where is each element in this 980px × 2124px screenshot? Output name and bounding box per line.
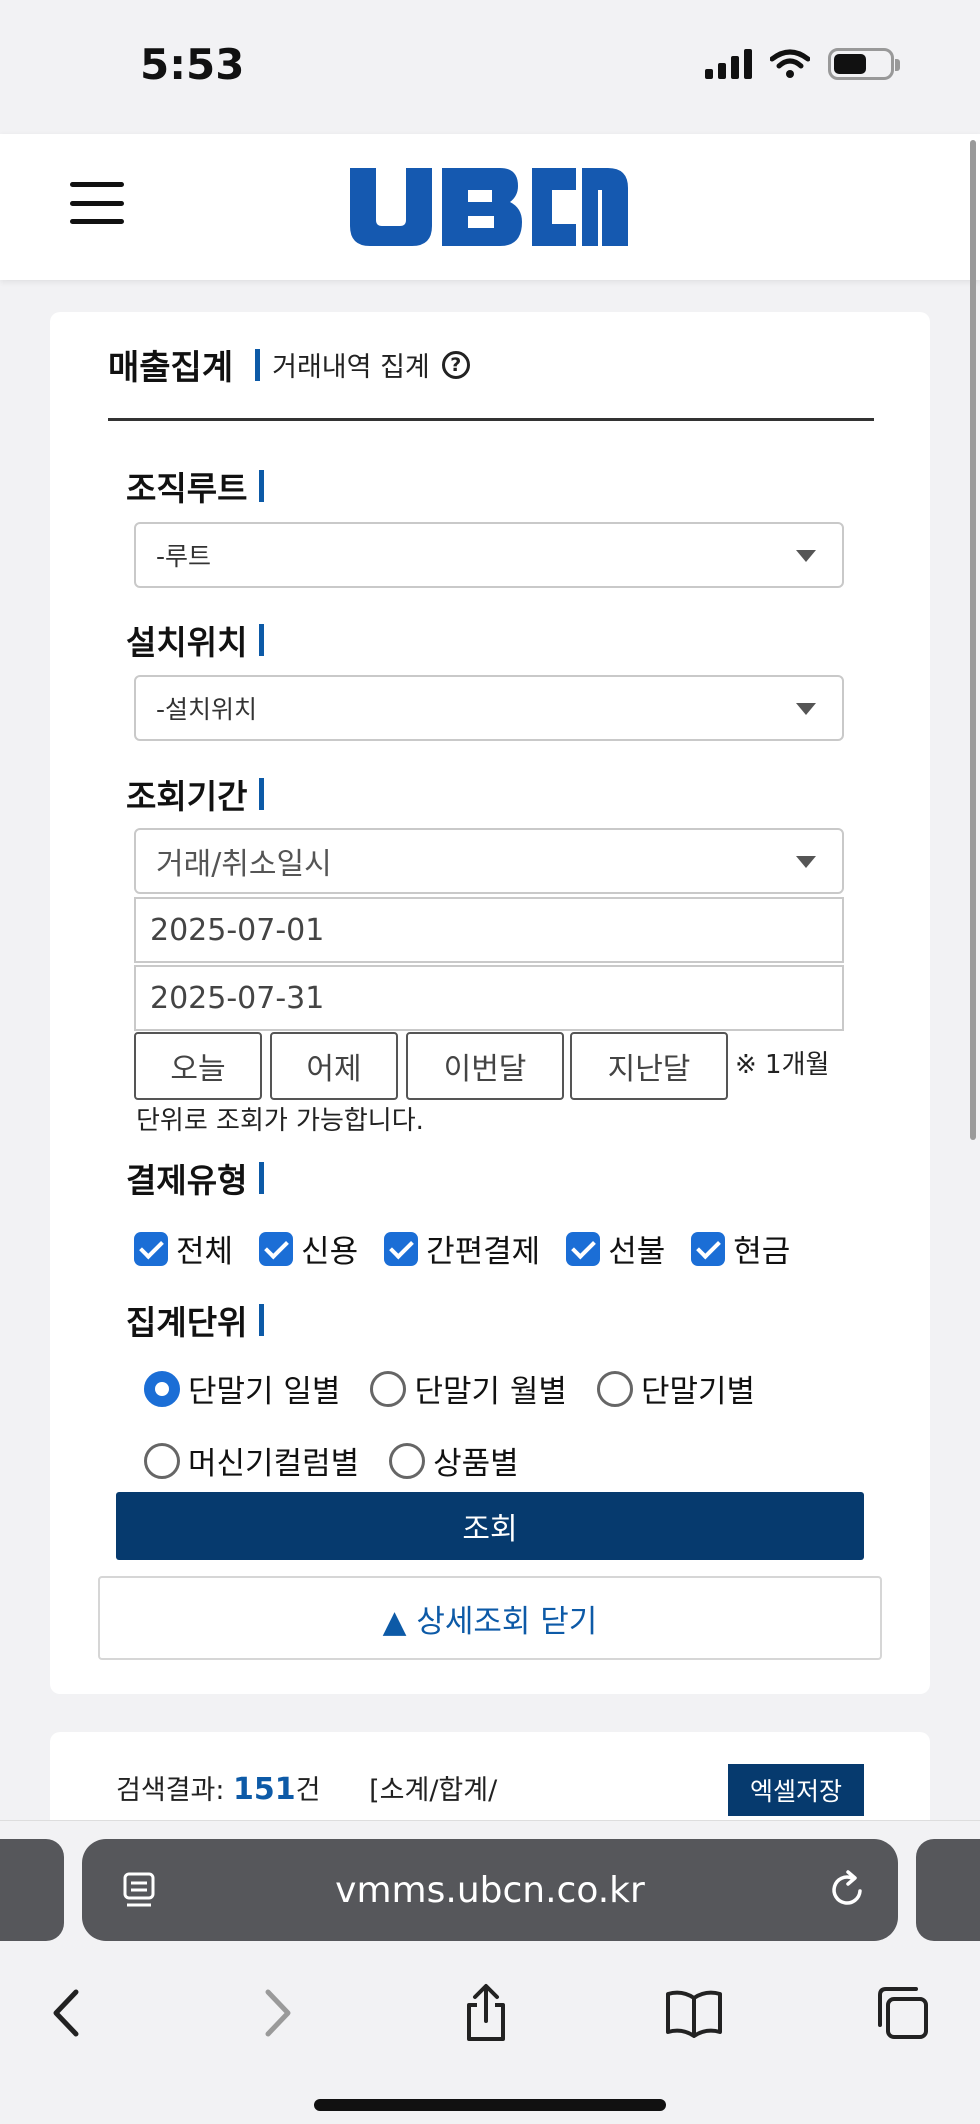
title-divider — [255, 348, 261, 381]
menu-icon[interactable] — [70, 182, 124, 224]
chevron-down-icon — [796, 856, 816, 868]
collapse-detail-button[interactable]: ▲ 상세조회 닫기 — [98, 1576, 882, 1660]
status-bar: 5:53 — [0, 0, 980, 134]
org-root-label: 조직루트 — [126, 462, 265, 510]
payment-option-easy-pay[interactable]: 간편결제 — [384, 1226, 540, 1271]
agg-option-terminal[interactable]: 단말기별 — [596, 1366, 756, 1411]
page-title: 매출집계 — [108, 348, 234, 388]
result-prefix: 검색결과: — [116, 1775, 234, 1806]
checkbox-checked-icon[interactable] — [384, 1231, 419, 1266]
org-root-label-text: 조직루트 — [126, 469, 248, 508]
card-title-row: 매출집계 거래내역 집계 ? — [108, 340, 470, 389]
period-type-value: 거래/취소일시 — [156, 847, 332, 882]
today-button[interactable]: 오늘 — [134, 1032, 262, 1100]
result-count: 151 — [233, 1772, 296, 1807]
payment-type-label: 결제유형 — [126, 1154, 265, 1202]
install-location-label-text: 설치위치 — [126, 623, 248, 662]
last-month-button[interactable]: 지난달 — [570, 1032, 728, 1100]
aggregation-options-row1: 단말기 일별 단말기 월별 단말기별 — [144, 1366, 785, 1411]
chevron-down-icon — [796, 703, 816, 715]
title-underline — [108, 418, 874, 421]
start-date-input[interactable]: 2025-07-01 — [134, 897, 844, 963]
search-card: 매출집계 거래내역 집계 ? 조직루트 -루트 설치위치 -설치위치 조회기간 … — [50, 312, 930, 1694]
result-count-text: 검색결과: 151건 [소계/합계/ — [116, 1768, 497, 1807]
next-tab[interactable] — [916, 1839, 980, 1941]
agg-option-terminal-monthly[interactable]: 단말기 월별 — [370, 1366, 567, 1411]
option-label: 머신기컬럼별 — [188, 1446, 360, 1482]
browser-toolbar: vmms.ubcn.co.kr — [0, 1820, 980, 2124]
payment-option-prepaid[interactable]: 선불 — [566, 1226, 665, 1271]
aggregation-options-row2: 머신기컬럼별 상품별 — [144, 1438, 549, 1483]
address-bar[interactable]: vmms.ubcn.co.kr — [82, 1839, 898, 1941]
radio-icon[interactable] — [389, 1442, 426, 1479]
install-location-value: -설치위치 — [156, 695, 258, 724]
aggregation-unit-label: 집계단위 — [126, 1296, 265, 1344]
end-date-input[interactable]: 2025-07-31 — [134, 965, 844, 1031]
option-label: 선불 — [608, 1234, 666, 1270]
range-note: ※ 1개월 — [735, 1050, 830, 1080]
payment-option-credit[interactable]: 신용 — [259, 1226, 358, 1271]
radio-icon[interactable] — [144, 1442, 180, 1479]
url-text: vmms.ubcn.co.kr — [335, 1869, 645, 1911]
bookmarks-icon[interactable] — [664, 1983, 724, 2043]
this-month-button[interactable]: 이번달 — [406, 1032, 564, 1100]
option-label: 현금 — [733, 1234, 791, 1270]
reload-icon[interactable] — [826, 1869, 868, 1911]
previous-tab[interactable] — [0, 1839, 64, 1941]
option-label: 상품별 — [433, 1446, 519, 1482]
search-button[interactable]: 조회 — [116, 1492, 864, 1560]
checkbox-checked-icon[interactable] — [566, 1231, 601, 1266]
result-suffix: 건 — [295, 1775, 321, 1806]
option-label: 전체 — [176, 1234, 234, 1270]
period-type-select[interactable]: 거래/취소일시 — [134, 828, 844, 894]
option-label: 간편결제 — [426, 1234, 541, 1270]
option-label: 단말기 월별 — [414, 1374, 567, 1410]
agg-option-product[interactable]: 상품별 — [389, 1438, 519, 1483]
install-location-select[interactable]: -설치위치 — [134, 675, 844, 741]
page-subtitle: 거래내역 집계 — [272, 352, 430, 383]
payment-option-all[interactable]: 전체 — [134, 1226, 233, 1271]
aggregation-unit-label-text: 집계단위 — [126, 1303, 248, 1342]
share-icon[interactable] — [456, 1983, 516, 2043]
excel-export-button[interactable]: 엑셀저장 — [728, 1764, 864, 1816]
radio-icon[interactable] — [596, 1370, 633, 1407]
option-label: 단말기별 — [640, 1374, 756, 1410]
status-icons — [705, 48, 900, 80]
chevron-down-icon — [796, 550, 816, 562]
range-note-cont: 단위로 조회가 가능합니다. — [136, 1106, 424, 1136]
install-location-label: 설치위치 — [126, 616, 265, 664]
back-icon[interactable] — [36, 1983, 96, 2043]
payment-type-options: 전체 신용 간편결제 선불 현금 — [134, 1226, 816, 1271]
payment-option-cash[interactable]: 현금 — [691, 1226, 790, 1271]
radio-icon[interactable] — [370, 1370, 407, 1407]
org-root-value: -루트 — [156, 542, 212, 571]
agg-option-terminal-daily[interactable]: 단말기 일별 — [144, 1366, 340, 1411]
forward-icon[interactable] — [248, 1983, 308, 2043]
checkbox-checked-icon[interactable] — [691, 1231, 726, 1266]
org-root-select[interactable]: -루트 — [134, 522, 844, 588]
period-label-text: 조회기간 — [126, 777, 248, 816]
option-label: 신용 — [301, 1234, 359, 1270]
reader-icon[interactable] — [122, 1871, 156, 1911]
signal-icon — [705, 49, 752, 79]
battery-icon — [828, 48, 900, 80]
browser-nav-row — [0, 1973, 980, 2053]
option-label: 단말기 일별 — [188, 1374, 341, 1410]
question-circle-icon[interactable]: ? — [441, 350, 470, 379]
checkbox-checked-icon[interactable] — [259, 1231, 294, 1266]
status-time: 5:53 — [140, 40, 245, 89]
agg-option-machine-column[interactable]: 머신기컬럼별 — [144, 1438, 359, 1483]
result-summary-label: [소계/합계/ — [369, 1775, 498, 1806]
payment-type-label-text: 결제유형 — [126, 1161, 248, 1200]
wifi-icon — [770, 49, 810, 78]
site-header — [0, 134, 980, 280]
checkbox-checked-icon[interactable] — [134, 1231, 168, 1266]
period-label: 조회기간 — [126, 770, 265, 818]
tabs-icon[interactable] — [872, 1983, 932, 2043]
radio-selected-icon[interactable] — [144, 1370, 180, 1407]
home-indicator — [314, 2099, 666, 2111]
ubcn-logo[interactable] — [346, 164, 630, 250]
scroll-indicator[interactable] — [970, 140, 976, 1140]
yesterday-button[interactable]: 어제 — [270, 1032, 398, 1100]
